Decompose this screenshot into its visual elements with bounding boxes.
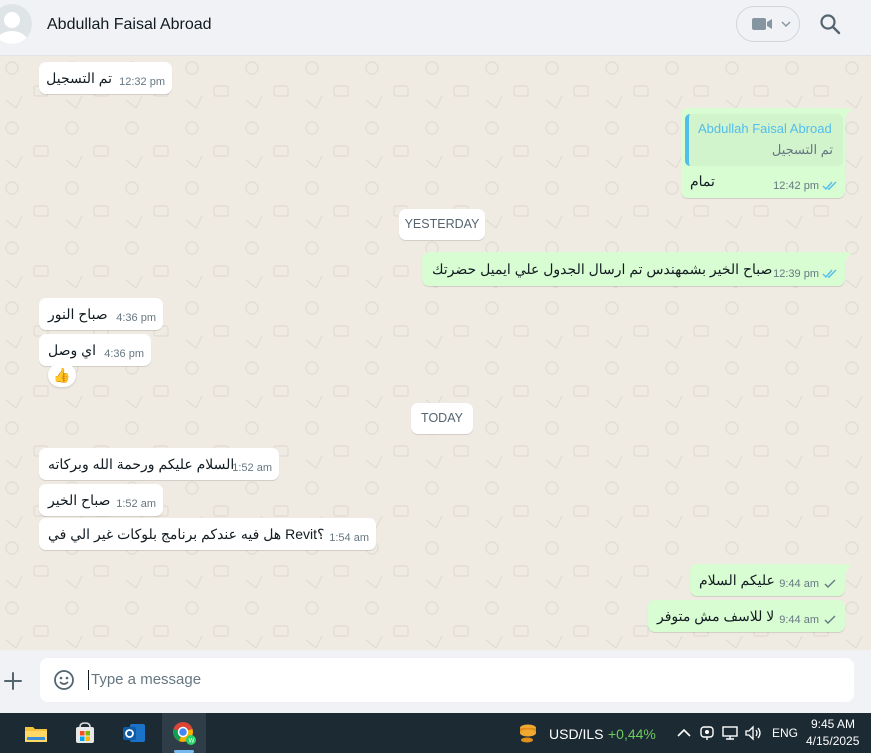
clock-date[interactable]: 4/15/2025 (806, 734, 859, 748)
double-check-read-icon (822, 269, 837, 279)
chevron-down-icon (781, 21, 791, 28)
chrome-whatsapp-button[interactable]: W (162, 713, 206, 753)
message-text: صباح النور (48, 306, 108, 322)
message-time: 9:44 am (779, 578, 819, 590)
plus-icon (4, 672, 22, 690)
double-check-read-icon (822, 181, 837, 191)
incoming-message[interactable]: صباح النور 4:36 pm (39, 298, 163, 330)
incoming-message[interactable]: هل فيه عندكم برنامج بلوكات غير الي في Re… (39, 518, 376, 550)
currency-change: +0,44% (608, 726, 656, 742)
outgoing-message[interactable]: عليكم السلام 9:44 am (690, 564, 852, 596)
message-text: صباح الخير (48, 492, 111, 508)
quoted-author: Abdullah Faisal Abroad (698, 121, 832, 136)
message-time: 12:42 pm (773, 180, 819, 192)
outgoing-message[interactable]: Abdullah Faisal Abroad تم التسجيل تمام 1… (681, 108, 852, 198)
incoming-message[interactable]: اي وصل 4:36 pm (39, 334, 151, 366)
bubble-tail (844, 564, 852, 574)
attach-button[interactable] (2, 670, 24, 692)
chat-panel[interactable]: تم التسجيل 12:32 pm Abdullah Faisal Abro… (0, 56, 871, 650)
chevron-up-icon[interactable] (674, 723, 694, 743)
network-icon[interactable] (720, 723, 740, 743)
video-call-button[interactable] (736, 6, 800, 42)
message-time: 4:36 pm (104, 348, 144, 360)
file-explorer-button[interactable] (14, 713, 58, 753)
microsoft-store-icon (76, 722, 94, 743)
quoted-text: تم التسجيل (771, 142, 833, 157)
message-text: لا للاسف مش متوفر (657, 608, 775, 624)
message-text: تمام (690, 173, 715, 189)
contact-avatar[interactable] (0, 4, 32, 44)
clock-time[interactable]: 9:45 AM (811, 717, 855, 731)
input-language[interactable]: ENG (772, 726, 798, 740)
message-text: السلام عليكم ورحمة الله وبركاته (48, 456, 235, 472)
message-text: هل فيه عندكم برنامج بلوكات غير الي في Re… (48, 526, 325, 542)
message-time: 4:36 pm (116, 312, 156, 324)
avatar-head-shape (4, 12, 20, 28)
search-button[interactable] (818, 12, 844, 38)
currency-pair-label[interactable]: USD/ILS (549, 726, 603, 742)
video-call-icon (752, 18, 772, 30)
message-text: صباح الخير بشمهندس تم ارسال الجدول علي ا… (432, 261, 773, 277)
reaction-thumbs-up[interactable]: 👍 (48, 363, 76, 387)
message-time: 1:54 am (329, 532, 369, 544)
incoming-message[interactable]: صباح الخير 1:52 am (39, 484, 163, 516)
file-explorer-icon (25, 727, 47, 742)
bubble-tail (844, 108, 852, 118)
message-text: اي وصل (48, 342, 96, 358)
message-time: 9:44 am (779, 614, 819, 626)
message-time: 12:39 pm (773, 268, 819, 280)
outlook-button[interactable] (112, 713, 156, 753)
quoted-message[interactable]: Abdullah Faisal Abroad تم التسجيل (685, 114, 843, 166)
date-separator-today: TODAY (411, 403, 473, 434)
single-check-icon (824, 615, 836, 624)
single-check-icon (824, 579, 836, 588)
message-composer: Type a message (0, 650, 871, 713)
message-input-placeholder[interactable]: Type a message (91, 671, 201, 688)
text-caret (88, 670, 89, 690)
emoji-icon (54, 670, 74, 690)
message-time: 12:32 pm (119, 76, 165, 88)
currency-coins-icon (520, 724, 536, 743)
message-time: 1:52 am (232, 462, 272, 474)
date-separator-yesterday: YESTERDAY (399, 209, 485, 240)
camera-mic-icon[interactable] (697, 723, 717, 743)
chrome-whatsapp-icon: W (173, 722, 196, 745)
incoming-message[interactable]: السلام عليكم ورحمة الله وبركاته 1:52 am (39, 448, 279, 480)
bubble-tail (844, 252, 852, 262)
microsoft-store-button[interactable] (63, 713, 107, 753)
avatar-body-shape (0, 31, 28, 44)
message-input-box[interactable]: Type a message (40, 658, 854, 702)
volume-icon[interactable] (743, 723, 763, 743)
outlook-icon (123, 724, 145, 742)
svg-text:W: W (189, 738, 195, 744)
outgoing-message[interactable]: صباح الخير بشمهندس تم ارسال الجدول علي ا… (422, 252, 852, 286)
contact-name[interactable]: Abdullah Faisal Abroad (47, 16, 212, 34)
emoji-button[interactable] (52, 668, 76, 692)
outgoing-message[interactable]: لا للاسف مش متوفر 9:44 am (648, 600, 845, 632)
message-text: تم التسجيل (46, 70, 112, 86)
message-time: 1:52 am (116, 498, 156, 510)
incoming-message[interactable]: تم التسجيل 12:32 pm (39, 62, 172, 94)
chat-header: Abdullah Faisal Abroad (0, 0, 871, 56)
search-icon (820, 14, 841, 35)
windows-taskbar: W USD/ILS +0,44% ENG 9:45 AM 4/15/2025 (0, 713, 871, 753)
message-text: عليكم السلام (699, 572, 775, 588)
